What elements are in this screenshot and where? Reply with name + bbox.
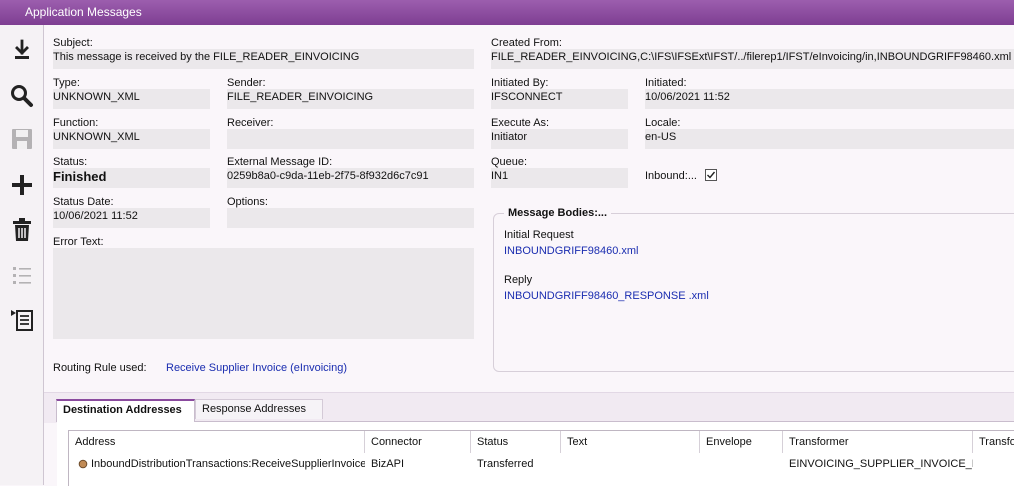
cell-connector: BizAPI <box>371 458 405 470</box>
add-icon <box>12 175 32 195</box>
inbound-label: Inbound:... <box>645 170 697 182</box>
error-text-field[interactable] <box>53 248 474 339</box>
reply-link[interactable]: INBOUNDGRIFF98460_RESPONSE .xml <box>504 290 709 302</box>
cell-transformer: EINVOICING_SUPPLIER_INVOICE_IN <box>789 458 973 470</box>
error-text-label: Error Text: <box>53 236 104 248</box>
external-id-label: External Message ID: <box>227 156 333 168</box>
cell-envelope <box>700 455 783 473</box>
routing-rule-label: Routing Rule used: <box>53 362 147 374</box>
function-label: Function: <box>53 117 99 129</box>
save-icon <box>12 129 32 149</box>
initiated-by-field[interactable]: IFSCONNECT <box>491 89 628 109</box>
reply-label: Reply <box>504 274 533 286</box>
details-icon <box>11 310 33 331</box>
initiated-by-label: Initiated By: <box>491 77 549 89</box>
function-field[interactable]: UNKNOWN_XML <box>53 129 210 149</box>
subject-label: Subject: <box>53 37 93 49</box>
subject-field[interactable]: This message is received by the FILE_REA… <box>53 49 474 69</box>
save-button[interactable] <box>5 122 39 156</box>
execute-as-label: Execute As: <box>491 117 550 129</box>
locale-label: Locale: <box>645 117 681 129</box>
status-label: Status: <box>53 156 88 168</box>
receiver-field[interactable] <box>227 129 474 149</box>
side-toolbar <box>0 25 44 485</box>
table-row[interactable]: InboundDistributionTransactions:ReceiveS… <box>69 431 1014 475</box>
status-field[interactable]: Finished <box>53 168 210 188</box>
initial-request-label: Initial Request <box>504 229 574 241</box>
queue-field[interactable]: IN1 <box>491 168 628 188</box>
message-bodies-title[interactable]: Message Bodies:... <box>504 207 612 219</box>
sender-field[interactable]: FILE_READER_EINVOICING <box>227 89 474 109</box>
type-field[interactable]: UNKNOWN_XML <box>53 89 210 109</box>
window-title-bar: Application Messages <box>0 0 1014 25</box>
locale-field[interactable]: en-US <box>645 129 1014 149</box>
status-date-label: Status Date: <box>53 196 114 208</box>
initiated-label: Initiated: <box>645 77 687 89</box>
delete-icon <box>13 218 31 241</box>
download-button[interactable] <box>5 33 39 67</box>
inbound-checkbox[interactable] <box>705 169 717 181</box>
search-button[interactable] <box>5 79 39 113</box>
external-id-field[interactable]: 0259b8a0-c9da-11eb-2f75-8f932d6c7c91 <box>227 168 474 188</box>
search-icon <box>11 85 33 107</box>
options-field[interactable] <box>227 208 474 228</box>
cell-address: InboundDistributionTransactions:ReceiveS… <box>91 458 365 470</box>
queue-label: Queue: <box>491 156 528 168</box>
tab-destination-addresses[interactable]: Destination Addresses <box>56 399 195 422</box>
created-from-field[interactable]: FILE_READER_EINVOICING,C:\IFS\IFSExt\IFS… <box>491 49 1014 69</box>
sender-label: Sender: <box>227 77 266 89</box>
tab-response-addresses[interactable]: Response Addresses <box>195 399 323 419</box>
options-label: Options: <box>227 196 268 208</box>
execute-as-field[interactable]: Initiator <box>491 129 628 149</box>
delete-button[interactable] <box>5 213 39 247</box>
destination-addresses-table: Address Connector Status Text Envelope T… <box>68 430 1014 486</box>
initiated-field[interactable]: 10/06/2021 11:52 <box>645 89 1014 109</box>
status-date-field[interactable]: 10/06/2021 11:52 <box>53 208 210 228</box>
cell-status: Transferred <box>477 458 534 470</box>
checkmark-icon <box>707 171 716 179</box>
list-icon <box>13 267 31 284</box>
details-button[interactable] <box>5 303 39 337</box>
cell-transformer-2 <box>973 455 1014 473</box>
type-label: Type: <box>53 77 80 89</box>
routing-rule-link[interactable]: Receive Supplier Invoice (eInvoicing) <box>166 362 347 374</box>
initial-request-link[interactable]: INBOUNDGRIFF98460.xml <box>504 245 638 257</box>
created-from-label: Created From: <box>491 37 562 49</box>
list-button[interactable] <box>5 258 39 292</box>
window-title: Application Messages <box>25 5 142 19</box>
download-icon <box>15 39 29 59</box>
cell-text <box>561 455 700 473</box>
add-button[interactable] <box>5 168 39 202</box>
receiver-label: Receiver: <box>227 117 274 129</box>
